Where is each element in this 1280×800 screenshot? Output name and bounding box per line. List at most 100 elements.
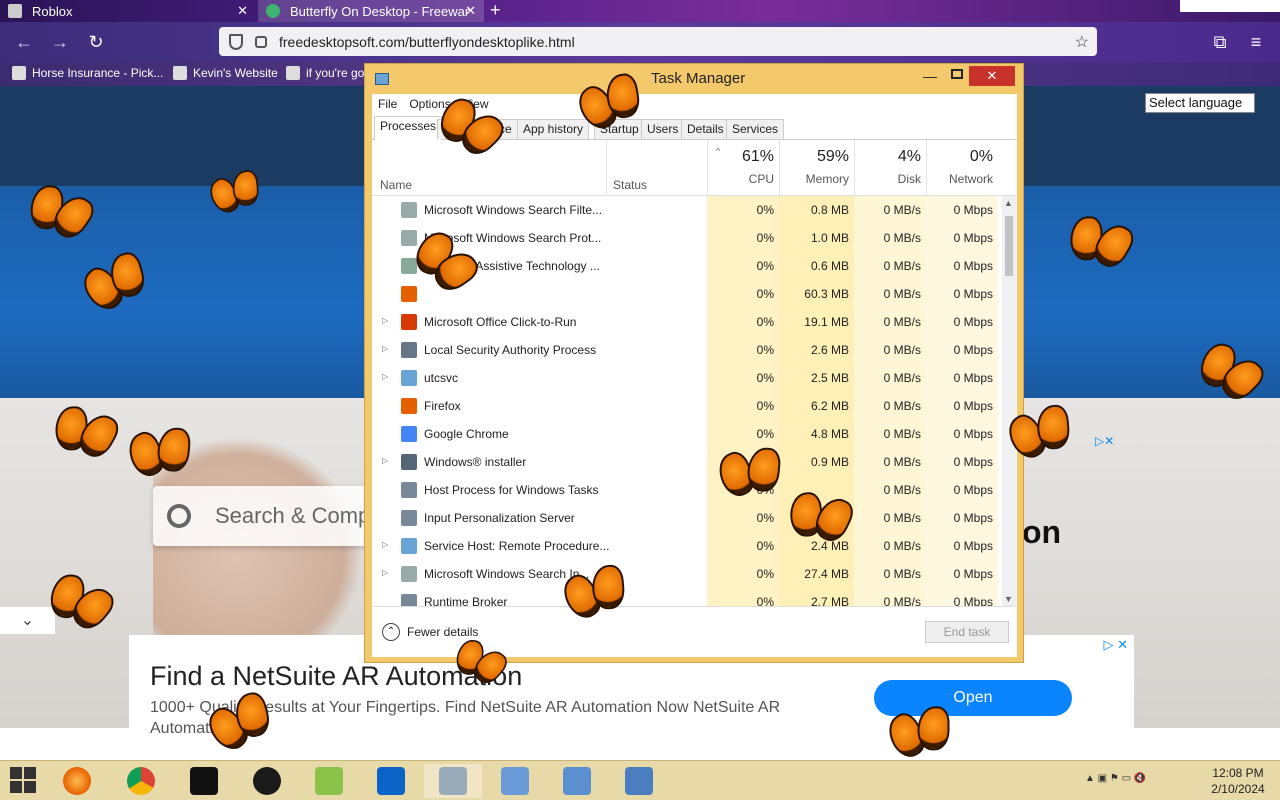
maximize-icon[interactable] <box>951 69 963 79</box>
process-network: 0 Mbps <box>953 455 993 469</box>
expand-arrow-icon[interactable]: ▷ <box>382 372 388 381</box>
ad-choices-icon[interactable]: ▷✕ <box>1095 434 1114 450</box>
process-name: utcsvc <box>424 371 459 385</box>
ad-close-icon[interactable]: ▷ ✕ <box>1103 637 1128 653</box>
process-icon <box>401 538 417 554</box>
process-memory: 2.6 MB <box>810 343 849 357</box>
process-row[interactable]: Host Process for Windows Tasks 0% 0 MB/s 0 … <box>372 476 1002 504</box>
extensions-icon[interactable]: ⧉ <box>1208 30 1232 54</box>
new-tab-icon[interactable]: + <box>490 0 501 20</box>
expand-arrow-icon[interactable]: ▷ <box>382 568 388 577</box>
process-cpu: 0% <box>756 511 774 525</box>
taskbar-app-icon[interactable] <box>238 764 296 798</box>
back-icon[interactable]: ← <box>12 30 36 54</box>
task-manager-titlebar[interactable]: Task Manager — ✕ <box>365 64 1023 94</box>
window-title: Task Manager <box>651 70 746 87</box>
system-tray[interactable]: ▲ ▣ ⚑ ▭ 🔇 <box>1085 773 1146 784</box>
scrollbar[interactable]: ▲ ▼ <box>1002 196 1016 606</box>
network-percent: 0% <box>969 148 993 165</box>
expand-arrow-icon[interactable]: ▷ <box>382 316 388 325</box>
process-row[interactable]: ▷ utcsvc 0% 2.5 MB 0 MB/s 0 Mbps <box>372 364 1002 392</box>
taskbar-network-icon[interactable] <box>548 764 606 798</box>
process-row[interactable]: ▷ Microsoft Office Click-to-Run 0% 19.1 MB 0… <box>372 308 1002 336</box>
ad-open-button[interactable]: Open <box>874 680 1072 716</box>
menu-file[interactable]: File <box>372 94 403 114</box>
process-row[interactable]: ▷ Service Host: Remote Procedure... 0% 2.4 … <box>372 532 1002 560</box>
lock-icon[interactable] <box>255 35 267 48</box>
process-disk: 0 MB/s <box>883 483 921 497</box>
process-cpu: 0% <box>756 231 774 245</box>
tab-processes[interactable]: Processes <box>374 116 443 140</box>
taskbar-keyboard-icon[interactable] <box>610 764 668 798</box>
process-network: 0 Mbps <box>953 315 993 329</box>
close-tab-icon[interactable]: ✕ <box>465 3 476 19</box>
process-disk: 0 MB/s <box>883 315 921 329</box>
process-network: 0 Mbps <box>953 287 993 301</box>
process-row[interactable]: ▷ Microsoft Windows Search In... 0% 27.4 MB… <box>372 560 1002 588</box>
expand-arrow-icon[interactable]: ▷ <box>382 456 388 465</box>
process-name: Firefox <box>424 399 461 413</box>
process-disk: 0 MB/s <box>883 427 921 441</box>
process-row[interactable]: ▷ Windows® installer 0% 0.9 MB 0 MB/s 0 Mbps <box>372 448 1002 476</box>
column-network[interactable]: Network <box>926 172 993 186</box>
process-row[interactable]: ▷ Local Security Authority Process 0% 2.6 M… <box>372 336 1002 364</box>
chevron-up-icon: ⌃ <box>382 623 400 641</box>
close-icon[interactable]: ✕ <box>969 66 1015 86</box>
column-name[interactable]: Name <box>380 178 412 192</box>
process-row[interactable]: Firefox 0% 6.2 MB 0 MB/s 0 Mbps <box>372 392 1002 420</box>
tab-services[interactable]: Services <box>726 119 785 139</box>
taskbar-control-panel-icon[interactable] <box>486 764 544 798</box>
end-task-button[interactable]: End task <box>925 621 1009 643</box>
process-cpu: 0% <box>756 287 774 301</box>
column-cpu[interactable]: CPU <box>707 172 774 186</box>
expand-arrow-icon[interactable]: ▷ <box>382 344 388 353</box>
bookmark-if-youre-go[interactable]: if you're go <box>286 66 364 80</box>
close-tab-icon[interactable]: ✕ <box>237 3 248 19</box>
bookmark-horse-insurance[interactable]: Horse Insurance - Pick... <box>12 66 163 80</box>
process-row[interactable]: Runtime Broker 0% 2.7 MB 0 MB/s 0 Mbps <box>372 588 1002 606</box>
taskbar-outlook-icon[interactable] <box>362 764 420 798</box>
bookmark-icon <box>173 66 187 80</box>
tab-users[interactable]: Users <box>641 119 685 139</box>
clock[interactable]: 12:08 PM 2/10/2024 <box>1206 765 1270 797</box>
scroll-down-icon[interactable]: ▼ <box>1004 594 1013 604</box>
column-status[interactable]: Status <box>613 178 647 192</box>
taskbar-task-manager-icon[interactable] <box>424 764 482 798</box>
process-icon <box>401 426 417 442</box>
taskbar-firefox-icon[interactable] <box>48 764 106 798</box>
scroll-thumb[interactable] <box>1005 216 1013 276</box>
tracking-shield-icon[interactable] <box>229 33 243 50</box>
reload-icon[interactable]: ↻ <box>84 30 108 54</box>
scroll-up-icon[interactable]: ▲ <box>1004 198 1013 208</box>
process-cpu: 0% <box>756 203 774 217</box>
process-cpu: 0% <box>756 539 774 553</box>
forward-icon[interactable]: → <box>48 30 72 54</box>
column-memory[interactable]: Memory <box>779 172 849 186</box>
tab-details[interactable]: Details <box>681 119 730 139</box>
search-icon <box>167 504 191 528</box>
menu-icon[interactable]: ≡ <box>1244 30 1268 54</box>
bookmark-kevins-website[interactable]: Kevin's Website <box>173 66 278 80</box>
process-row[interactable]: Input Personalization Server 0% 0 MB/s 0 Mb… <box>372 504 1002 532</box>
process-row[interactable]: Microsoft Windows Search Filte... 0% 0.8 M… <box>372 196 1002 224</box>
bookmark-star-icon[interactable]: ☆ <box>1075 32 1089 52</box>
tab-butterfly[interactable]: Butterfly On Desktop - Freewar ✕ <box>258 0 484 22</box>
expand-arrow-icon[interactable]: ▷ <box>382 540 388 549</box>
taskbar-chrome-icon[interactable] <box>112 764 170 798</box>
process-icon <box>401 510 417 526</box>
process-row[interactable]: 0% 60.3 MB 0 MB/s 0 Mbps <box>372 280 1002 308</box>
bookmark-label: Kevin's Website <box>193 66 278 80</box>
minimize-icon[interactable]: — <box>923 68 937 84</box>
start-windows-icon[interactable] <box>10 767 38 795</box>
process-row[interactable]: Google Chrome 0% 4.8 MB 0 MB/s 0 Mbps <box>372 420 1002 448</box>
url-text[interactable]: freedesktopsoft.com/butterflyondesktopli… <box>279 34 575 50</box>
process-row[interactable]: Microsoft Windows Search Prot... 0% 1.0 MB… <box>372 224 1002 252</box>
column-disk[interactable]: Disk <box>854 172 921 186</box>
address-bar[interactable]: freedesktopsoft.com/butterflyondesktopli… <box>219 27 1097 56</box>
taskbar-cmd-icon[interactable] <box>175 764 233 798</box>
taskbar-notepad-icon[interactable] <box>300 764 358 798</box>
tab-app-history[interactable]: App history <box>517 119 590 139</box>
tab-roblox[interactable]: Roblox ✕ <box>0 0 256 22</box>
search-graphic-label: Search & Comp <box>215 503 371 528</box>
language-select[interactable]: Select language <box>1145 93 1255 113</box>
